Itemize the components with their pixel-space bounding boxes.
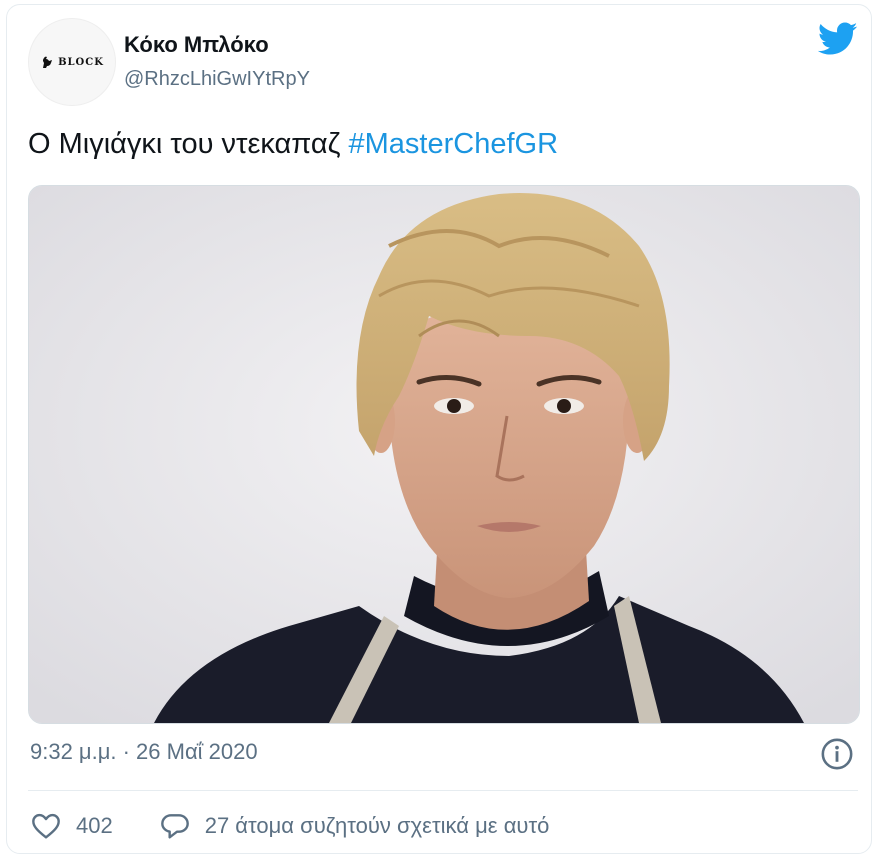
avatar-logo: BLOCK bbox=[40, 54, 104, 70]
hashtag-link[interactable]: #MasterChefGR bbox=[349, 128, 559, 160]
avatar[interactable]: BLOCK bbox=[28, 18, 116, 106]
tweet-actions: 402 27 άτομα συζητούν σχετικά με αυτό bbox=[30, 810, 595, 842]
avatar-logo-text: BLOCK bbox=[58, 56, 104, 68]
tweet-text: Ο Μιγιάγκι του ντεκαπαζ #MasterChefGR bbox=[28, 128, 558, 161]
discussion-action[interactable]: 27 άτομα συζητούν σχετικά με αυτό bbox=[159, 810, 550, 842]
chef-portrait-image bbox=[29, 186, 859, 723]
like-count: 402 bbox=[76, 813, 113, 838]
display-name[interactable]: Κόκο Μπλόκο bbox=[124, 32, 269, 58]
tweet-media-photo[interactable] bbox=[28, 185, 860, 724]
twitter-bird-icon[interactable] bbox=[818, 22, 858, 56]
heart-icon[interactable] bbox=[30, 810, 62, 842]
discussion-text: 27 άτομα συζητούν σχετικά με αυτό bbox=[204, 813, 550, 838]
rooster-icon bbox=[43, 56, 53, 68]
divider bbox=[28, 790, 858, 791]
tweet-body: Ο Μιγιάγκι του ντεκαπαζ bbox=[28, 128, 349, 160]
like-action[interactable]: 402 bbox=[30, 810, 113, 842]
info-icon[interactable] bbox=[820, 737, 854, 771]
tweet-timestamp[interactable]: 9:32 μ.μ. · 26 Μαΐ 2020 bbox=[30, 739, 258, 765]
reply-icon[interactable] bbox=[159, 810, 191, 842]
user-handle[interactable]: @RhzcLhiGwIYtRpY bbox=[124, 68, 310, 91]
